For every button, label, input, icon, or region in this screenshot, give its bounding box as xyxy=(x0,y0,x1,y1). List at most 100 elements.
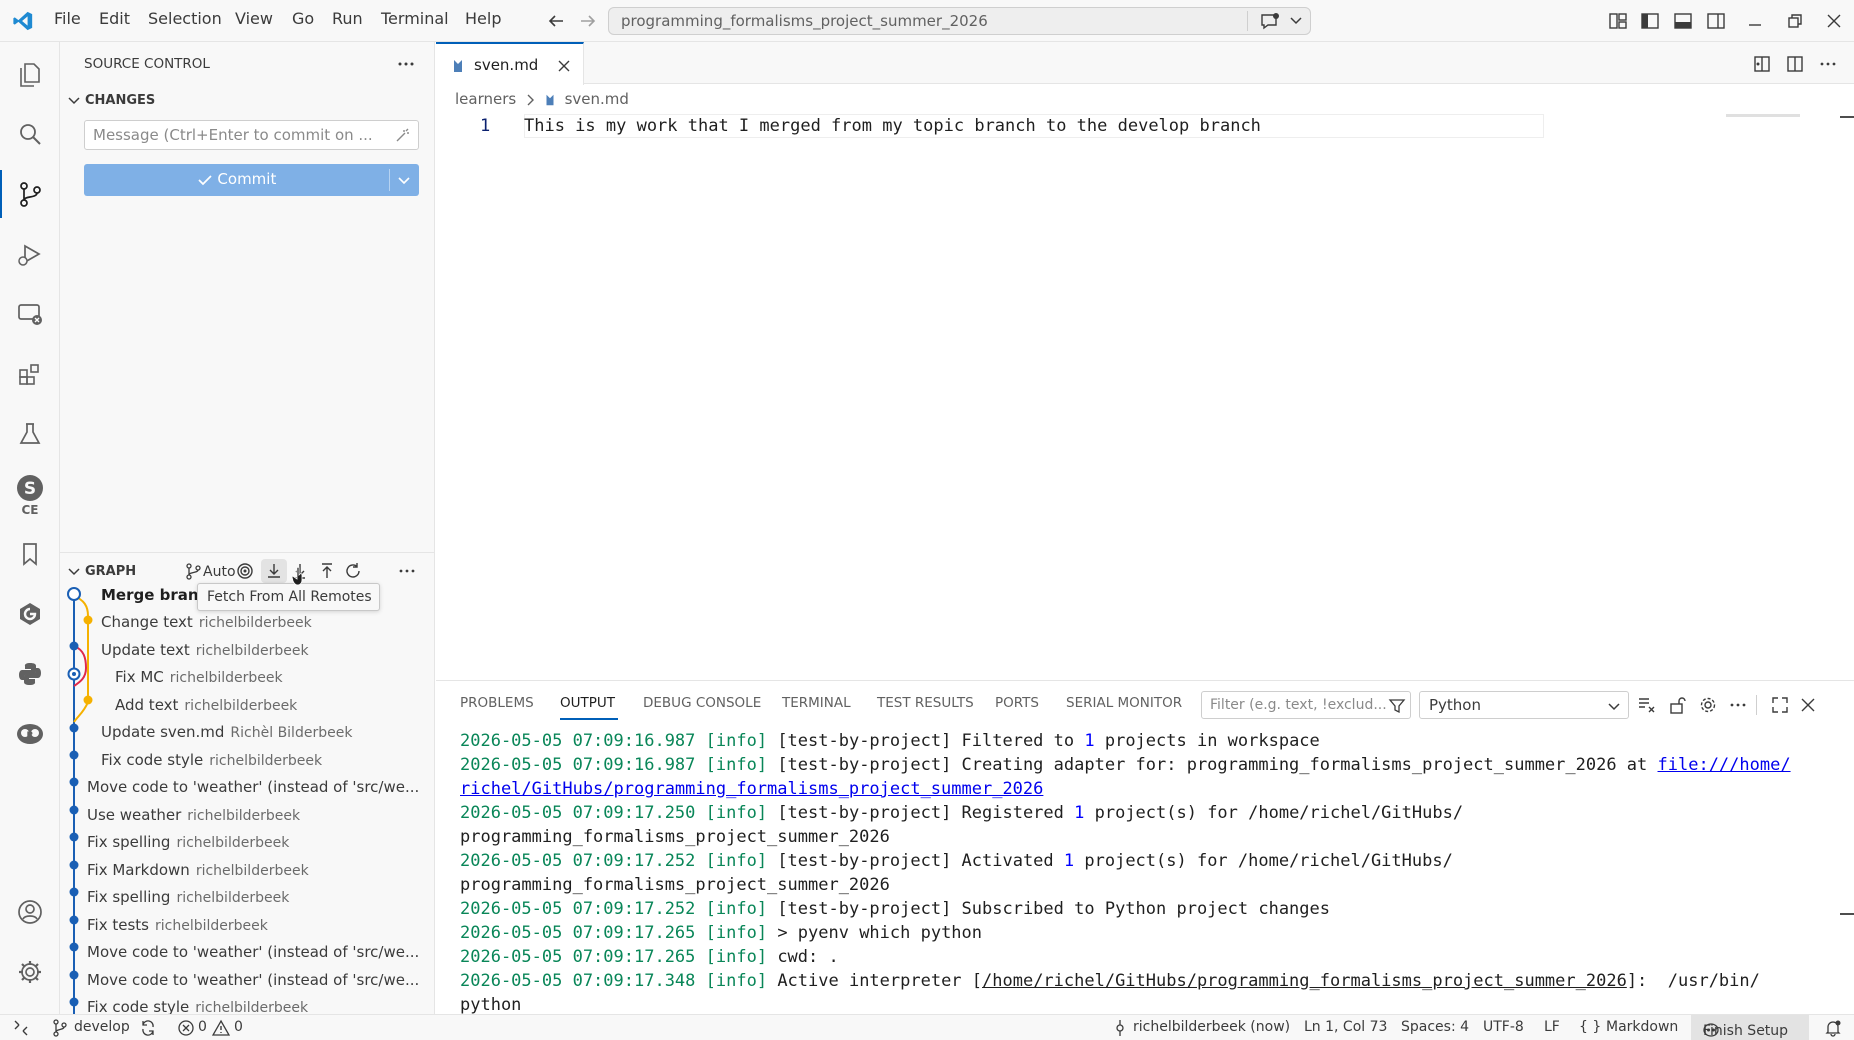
source-control-icon[interactable] xyxy=(12,176,48,212)
graph-row[interactable]: Change text richelbilderbeek xyxy=(60,609,434,636)
graph-row[interactable]: Add text richelbilderbeek xyxy=(60,692,434,719)
commit-message-input[interactable]: Message (Ctrl+Enter to commit on ... xyxy=(84,120,419,150)
bookmarks-icon[interactable] xyxy=(12,536,48,572)
customize-layout-icon[interactable] xyxy=(1608,11,1628,31)
tab-problems[interactable]: PROBLEMS xyxy=(460,695,534,711)
menu-selection[interactable]: Selection xyxy=(148,9,222,28)
explorer-icon[interactable] xyxy=(12,56,48,92)
toggle-panel-icon[interactable] xyxy=(1673,11,1693,31)
command-center-search[interactable]: programming_formalisms_project_summer_20… xyxy=(608,7,1311,35)
language-mode[interactable]: Markdown xyxy=(1606,1019,1678,1035)
minimize-icon[interactable] xyxy=(1745,11,1765,31)
menu-edit[interactable]: Edit xyxy=(99,9,130,28)
menu-view[interactable]: View xyxy=(235,9,273,28)
close-window-icon[interactable] xyxy=(1824,11,1844,31)
menu-run[interactable]: Run xyxy=(332,9,363,28)
testing-icon[interactable] xyxy=(12,416,48,452)
graph-row[interactable]: Move code to 'weather' (instead of 'src/… xyxy=(60,967,434,994)
toggle-secondary-sidebar-icon[interactable] xyxy=(1706,11,1726,31)
menu-file[interactable]: File xyxy=(54,9,81,28)
graph-row[interactable]: Fix MC richelbilderbeek xyxy=(60,664,434,691)
open-preview-icon[interactable] xyxy=(1752,54,1772,74)
graph-row[interactable]: Fix code style richelbilderbeek xyxy=(60,994,434,1014)
settings-gear-icon[interactable] xyxy=(12,954,48,990)
branch-name[interactable]: develop xyxy=(74,1019,130,1035)
changes-header[interactable]: CHANGES xyxy=(85,93,155,108)
encoding[interactable]: UTF-8 xyxy=(1483,1019,1524,1035)
search-icon[interactable] xyxy=(12,116,48,152)
graph-row[interactable]: Fix spelling richelbilderbeek xyxy=(60,829,434,856)
sparkle-icon[interactable] xyxy=(393,127,411,145)
remote-indicator-icon[interactable] xyxy=(12,1019,30,1037)
changes-chevron-icon[interactable] xyxy=(66,92,82,108)
lock-scroll-icon[interactable] xyxy=(1668,695,1688,715)
auto-label[interactable]: Auto xyxy=(203,564,236,580)
notifications-bell-icon[interactable] xyxy=(1824,1019,1842,1037)
editor-more-icon[interactable] xyxy=(1818,54,1838,74)
chevron-down-icon[interactable] xyxy=(1289,13,1303,29)
warning-icon[interactable] xyxy=(212,1019,230,1037)
branch-auto-icon[interactable] xyxy=(184,562,202,580)
push-icon[interactable] xyxy=(318,562,336,580)
tab-serial-monitor[interactable]: SERIAL MONITOR xyxy=(1066,695,1182,711)
tab-sven-md[interactable]: sven.md xyxy=(436,42,584,85)
commit-button[interactable]: Commit xyxy=(84,164,419,196)
breadcrumb-folder[interactable]: learners xyxy=(455,90,516,108)
graph-chevron-icon[interactable] xyxy=(66,563,82,579)
fetch-all-button[interactable] xyxy=(261,559,287,583)
close-tab-icon[interactable] xyxy=(556,58,572,74)
sce-icon[interactable]: S CE xyxy=(12,470,48,520)
more-actions-icon[interactable] xyxy=(396,54,416,74)
graph-row[interactable]: Fix Markdown richelbilderbeek xyxy=(60,857,434,884)
tab-debug-console[interactable]: DEBUG CONSOLE xyxy=(643,695,761,711)
indentation[interactable]: Spaces: 4 xyxy=(1401,1019,1469,1035)
tab-output[interactable]: OUTPUT xyxy=(560,695,615,711)
maximize-panel-icon[interactable] xyxy=(1770,695,1790,715)
file-link[interactable]: richel/GitHubs/programming_formalisms_pr… xyxy=(460,779,1043,799)
output-channel-select[interactable]: Python xyxy=(1419,691,1629,719)
toggle-primary-sidebar-icon[interactable] xyxy=(1640,11,1660,31)
copilot-icon[interactable]: R xyxy=(12,716,48,752)
menu-help[interactable]: Help xyxy=(465,9,501,28)
filter-icon[interactable] xyxy=(1388,697,1406,715)
output-settings-gear-icon[interactable] xyxy=(1698,695,1718,715)
error-count[interactable]: 0 xyxy=(198,1019,207,1035)
error-icon[interactable] xyxy=(177,1019,195,1037)
graph-row[interactable]: Move code to 'weather' (instead of 'src/… xyxy=(60,774,434,801)
graph-row[interactable]: Fix code style richelbilderbeek xyxy=(60,747,434,774)
graph-row[interactable]: Use weather richelbilderbeek xyxy=(60,802,434,829)
clear-output-icon[interactable] xyxy=(1637,695,1657,715)
gitlens-icon[interactable] xyxy=(12,596,48,632)
run-debug-icon[interactable] xyxy=(12,236,48,272)
commit-dropdown-chevron-icon[interactable] xyxy=(396,172,412,188)
tab-ports[interactable]: PORTS xyxy=(995,695,1039,711)
end-of-line[interactable]: LF xyxy=(1544,1019,1560,1035)
panel-more-icon[interactable] xyxy=(1728,695,1748,715)
target-icon[interactable] xyxy=(236,562,254,580)
file-link[interactable]: file:///home/ xyxy=(1658,755,1791,775)
graph-row[interactable]: Fix spelling richelbilderbeek xyxy=(60,884,434,911)
back-arrow-icon[interactable] xyxy=(546,11,566,31)
finish-setup-button[interactable]: Finish Setup xyxy=(1691,1015,1809,1040)
tab-terminal[interactable]: TERMINAL xyxy=(782,695,851,711)
graph-row[interactable]: Fix tests richelbilderbeek xyxy=(60,912,434,939)
warning-count[interactable]: 0 xyxy=(234,1019,243,1035)
graph-more-icon[interactable] xyxy=(398,562,416,580)
accounts-icon[interactable] xyxy=(12,894,48,930)
forward-arrow-icon[interactable] xyxy=(578,11,598,31)
output-filter-input[interactable]: Filter (e.g. text, !exclud... xyxy=(1201,691,1411,719)
graph-row[interactable]: Update sven.md Richèl Bilderbeek xyxy=(60,719,434,746)
graph-header[interactable]: GRAPH xyxy=(85,564,136,579)
minimap[interactable] xyxy=(1726,114,1800,117)
tab-test-results[interactable]: TEST RESULTS xyxy=(877,695,974,711)
git-blame[interactable]: richelbilderbeek (now) xyxy=(1133,1019,1290,1035)
remote-explorer-icon[interactable] xyxy=(12,296,48,332)
graph-row[interactable]: Update text richelbilderbeek xyxy=(60,637,434,664)
breadcrumb-file[interactable]: sven.md xyxy=(565,90,629,108)
cursor-position[interactable]: Ln 1, Col 73 xyxy=(1304,1019,1387,1035)
close-panel-icon[interactable] xyxy=(1798,695,1818,715)
split-editor-icon[interactable] xyxy=(1785,54,1805,74)
menu-terminal[interactable]: Terminal xyxy=(381,9,449,28)
restore-icon[interactable] xyxy=(1785,11,1805,31)
refresh-icon[interactable] xyxy=(344,562,362,580)
